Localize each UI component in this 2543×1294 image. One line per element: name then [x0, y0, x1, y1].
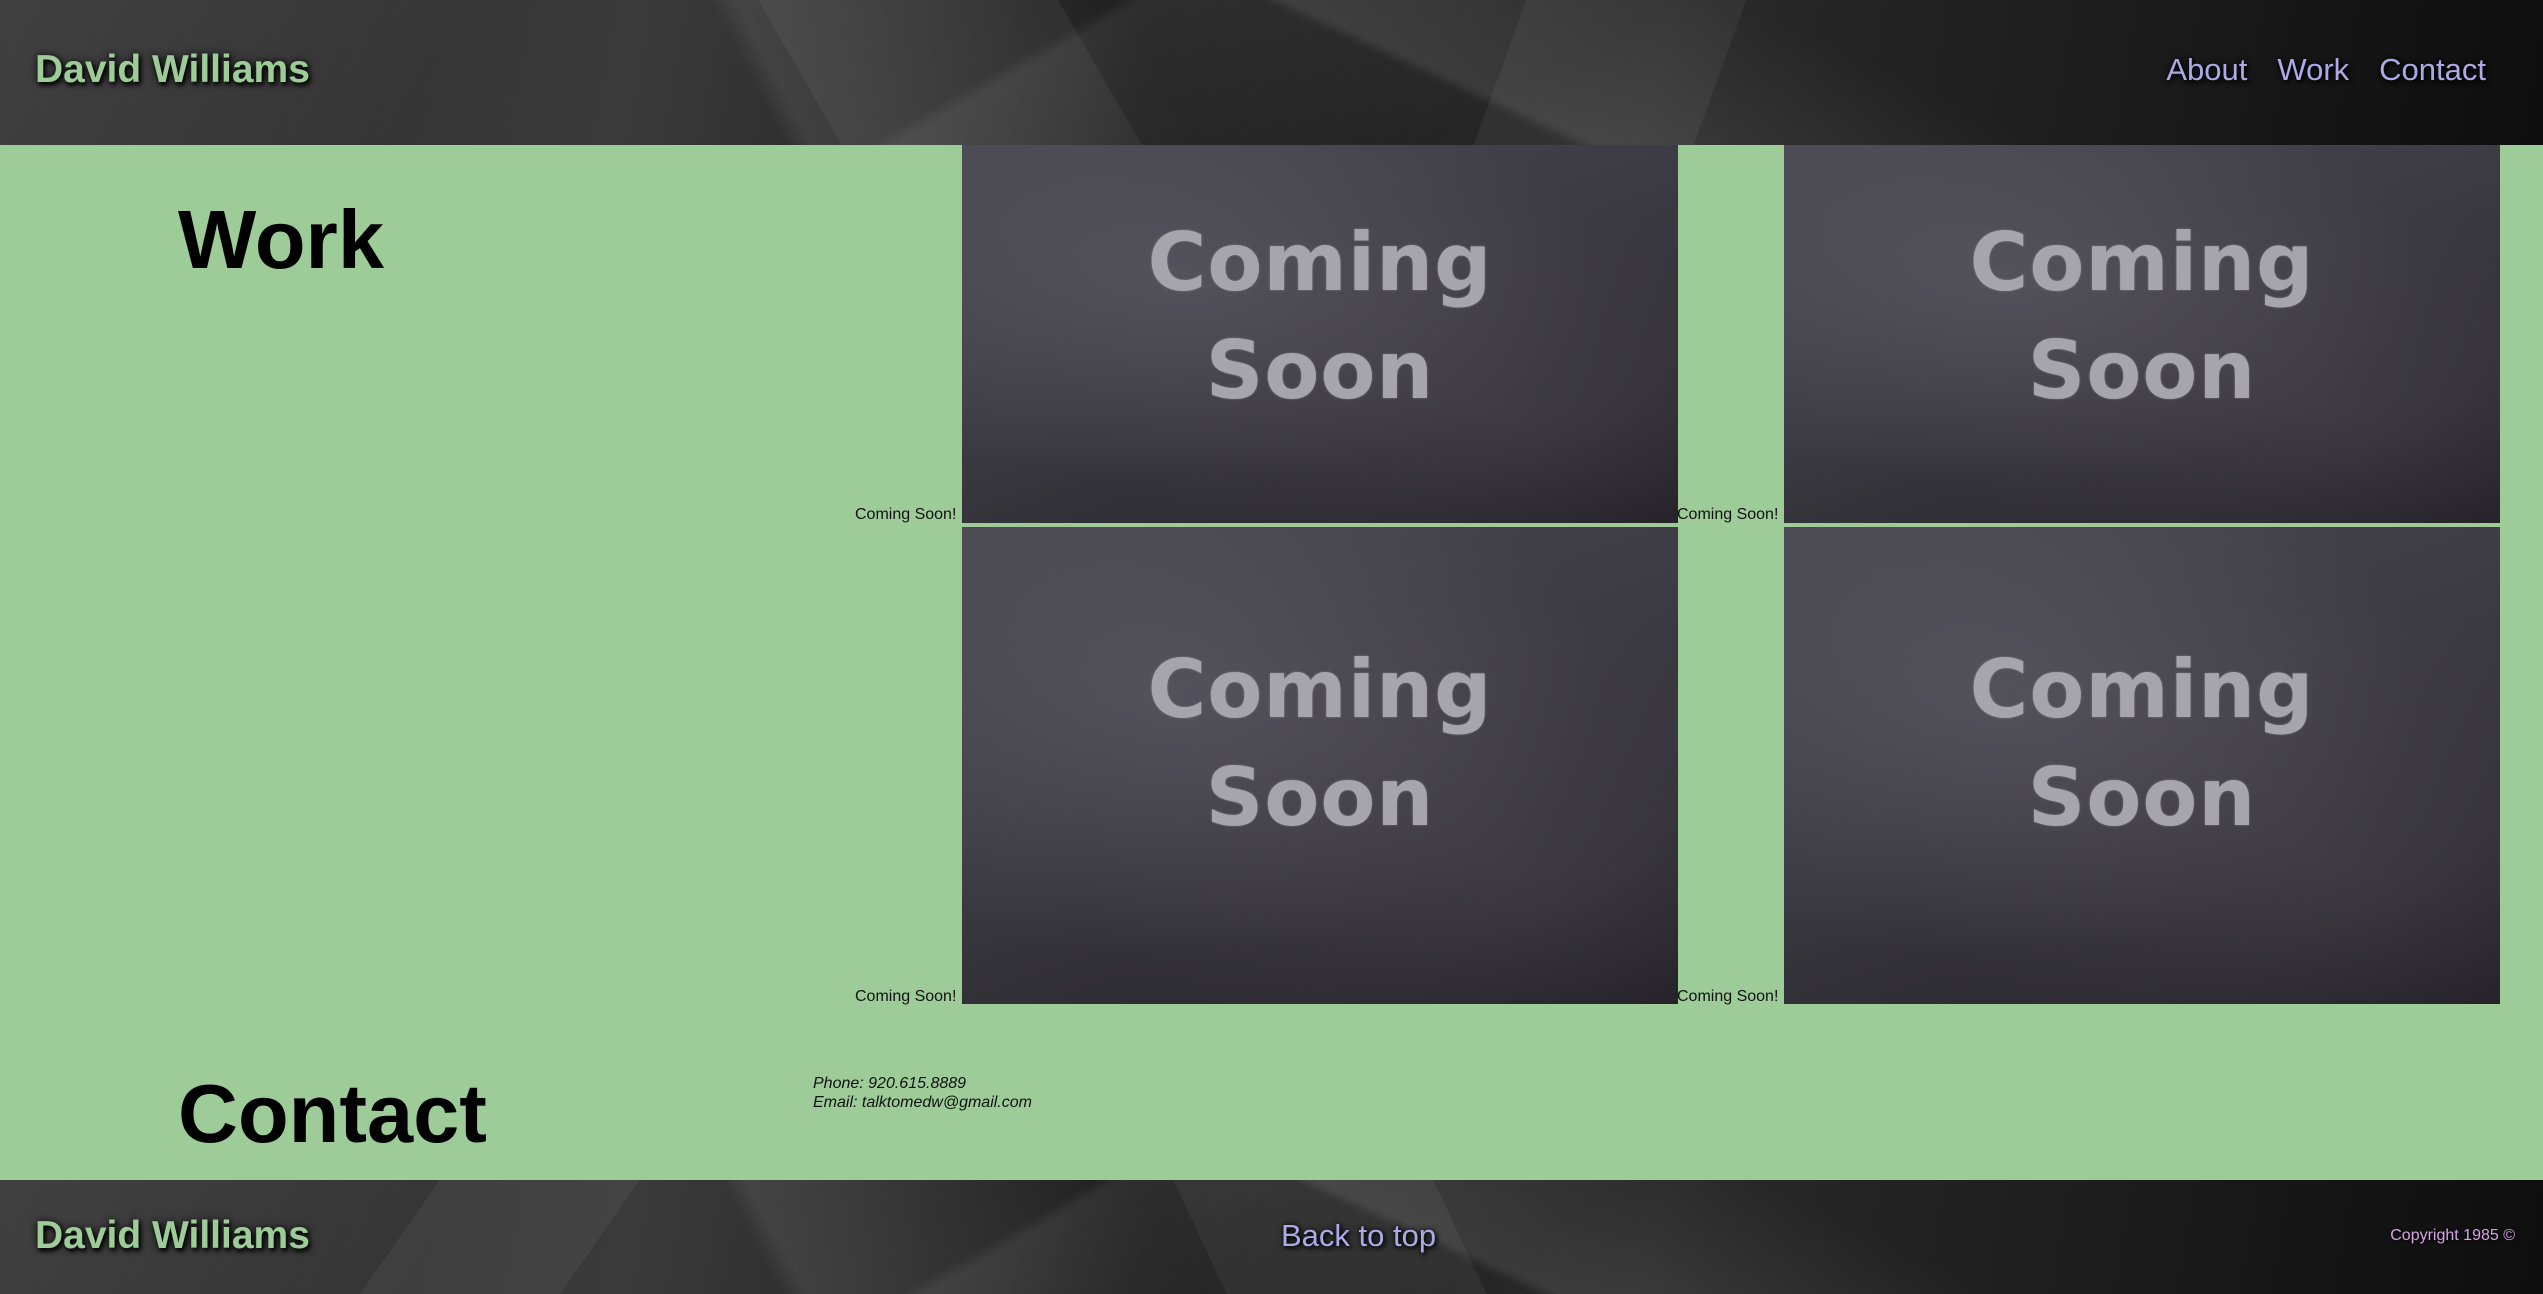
site-brand[interactable]: David Williams — [35, 48, 310, 92]
copyright-text: Copyright 1985 © — [2390, 1227, 2515, 1244]
tile-caption: Coming Soon! — [855, 506, 957, 523]
image-text: Coming — [1969, 215, 2315, 309]
main-nav: About Work Contact — [2166, 52, 2486, 88]
coming-soon-image[interactable]: Coming Soon — [1784, 527, 2500, 1004]
site-footer: David Williams Back to top Copyright 198… — [0, 1180, 2543, 1294]
nav-link-work[interactable]: Work — [2277, 52, 2349, 88]
contact-info: Phone: 920.615.8889 Email: talktomedw@gm… — [813, 1074, 1032, 1112]
work-section-title: Work — [178, 193, 385, 286]
footer-brand[interactable]: David Williams — [35, 1214, 310, 1258]
nav-link-about[interactable]: About — [2166, 52, 2247, 88]
back-to-top-link[interactable]: Back to top — [1281, 1218, 1436, 1254]
image-text: Coming — [1147, 215, 1493, 309]
coming-soon-image[interactable]: Coming Soon — [962, 527, 1678, 1004]
coming-soon-image[interactable]: Coming Soon — [962, 145, 1678, 523]
tile-caption: Coming Soon! — [1677, 506, 1779, 523]
image-text: Coming — [1969, 643, 2315, 737]
image-text: Soon — [2027, 323, 2257, 417]
image-text: Soon — [2027, 751, 2257, 845]
image-text: Coming — [1147, 643, 1493, 737]
nav-link-contact[interactable]: Contact — [2379, 52, 2486, 88]
image-text: Soon — [1205, 323, 1435, 417]
contact-phone: Phone: 920.615.8889 — [813, 1075, 967, 1092]
site-header: David Williams About Work Contact — [0, 0, 2543, 145]
contact-email: Email: talktomedw@gmail.com — [813, 1094, 1032, 1111]
tile-caption: Coming Soon! — [1677, 988, 1779, 1005]
coming-soon-image[interactable]: Coming Soon — [1784, 145, 2500, 523]
contact-section-title: Contact — [178, 1067, 487, 1160]
tile-caption: Coming Soon! — [855, 988, 957, 1005]
image-text: Soon — [1205, 751, 1435, 845]
